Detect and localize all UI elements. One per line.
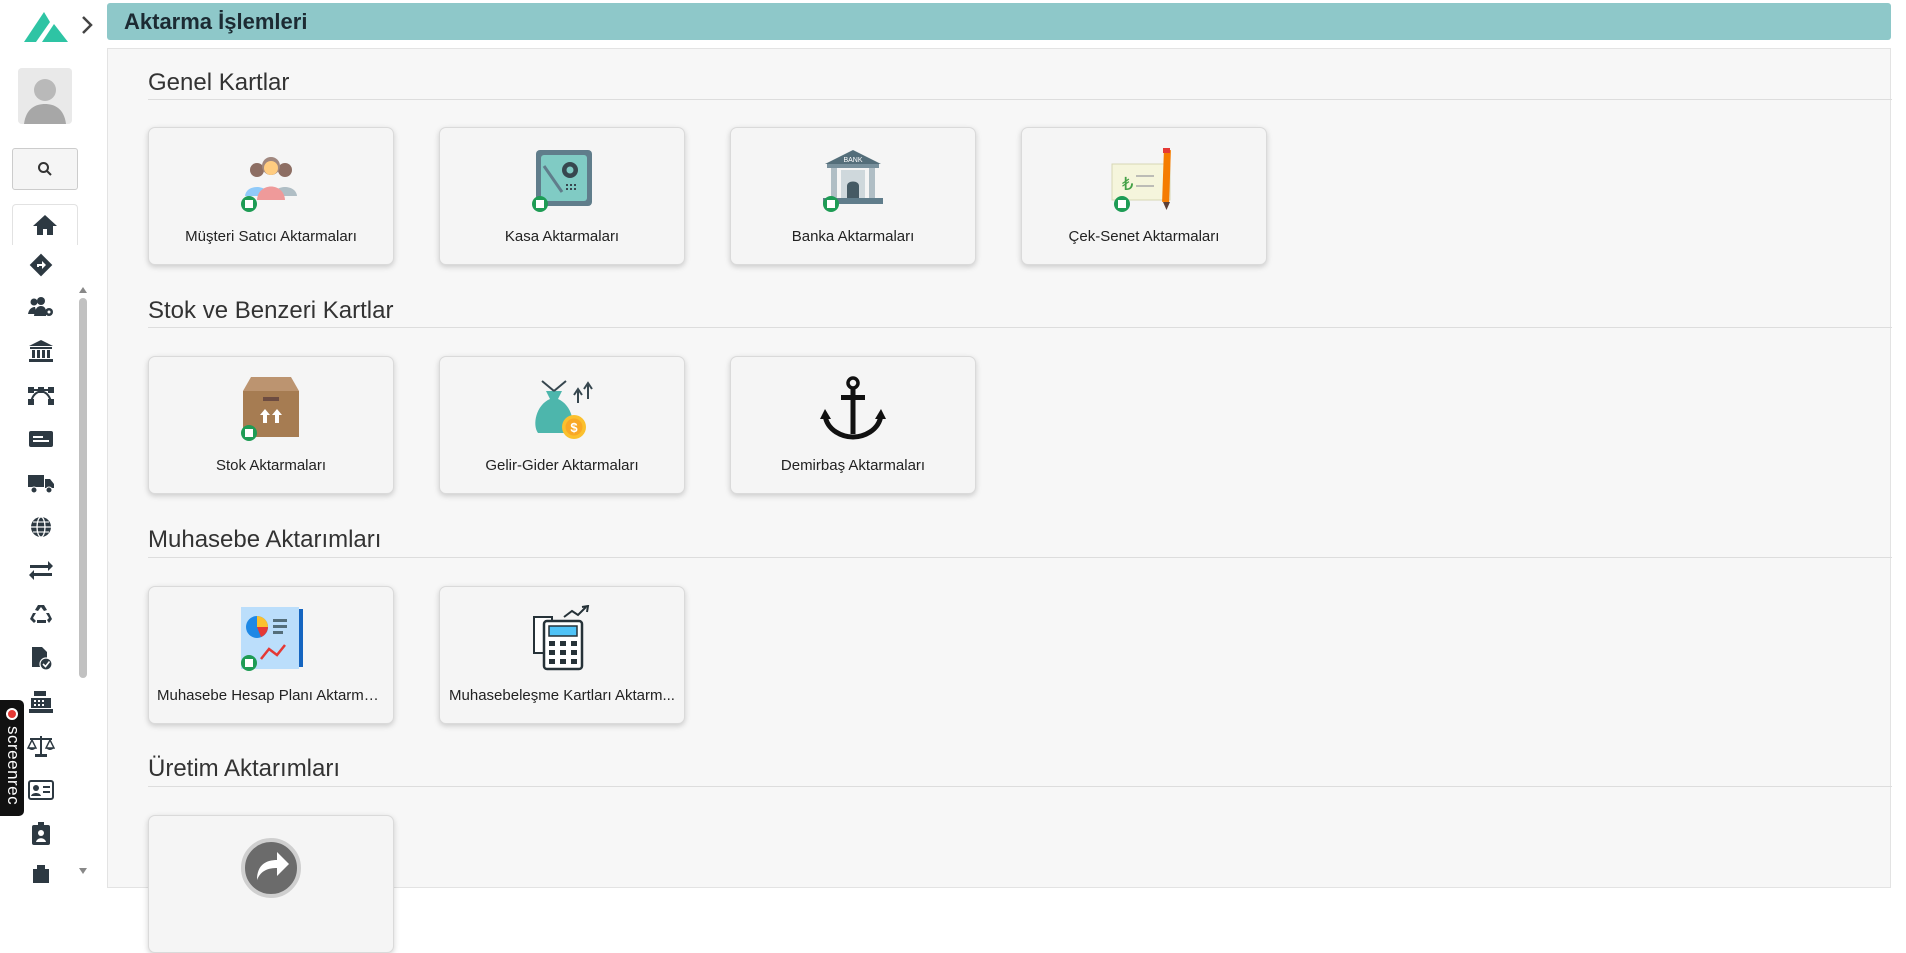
- section-title-muhasebe: Muhasebe Aktarımları: [148, 526, 382, 553]
- document-icon: [33, 865, 49, 883]
- search-button[interactable]: [12, 148, 78, 190]
- card-icon: [29, 431, 53, 447]
- recycle-icon: [30, 605, 52, 623]
- truck-icon: [28, 475, 54, 494]
- card-label: Muhasebeleşme Kartları Aktarm...: [449, 687, 675, 704]
- redo-circle-icon: [241, 838, 301, 898]
- card-stok[interactable]: Stok Aktarmaları: [148, 356, 394, 494]
- section-title-genel-kartlar: Genel Kartlar: [148, 69, 290, 96]
- screenrec-badge[interactable]: screenrec: [0, 700, 24, 816]
- card-label: Gelir-Gider Aktarmaları: [485, 457, 639, 474]
- page-header: Aktarma İşlemleri: [107, 3, 1891, 40]
- card-label: Çek-Senet Aktarmaları: [1068, 228, 1220, 245]
- safe-icon: [532, 150, 592, 212]
- card-label: Banka Aktarmaları: [791, 228, 915, 245]
- home-icon: [33, 215, 57, 235]
- cash-register-icon: [29, 691, 53, 713]
- sidebar-item-home[interactable]: [12, 204, 78, 245]
- people-icon: [241, 157, 297, 212]
- transfer-arrows-icon: [29, 561, 53, 580]
- card-label: Muhasebe Hesap Planı Aktarmal...: [157, 687, 388, 704]
- sidebar-item-id-card[interactable]: [26, 775, 56, 805]
- sidebar-item-users[interactable]: [26, 292, 56, 322]
- chevron-right-icon[interactable]: [78, 14, 96, 36]
- globe-icon: [31, 516, 51, 538]
- id-card-icon: [28, 780, 54, 800]
- record-icon: [6, 708, 18, 720]
- sidebar-item-transfer[interactable]: [26, 555, 56, 585]
- vector-nodes-icon: [28, 387, 54, 405]
- calculator-icon: [533, 605, 590, 671]
- sidebar-item-file-check[interactable]: [26, 643, 56, 673]
- card-banka[interactable]: BANK Banka Aktarmaları: [730, 127, 976, 265]
- card-cek-senet[interactable]: ₺ Çek-Senet Aktarmaları: [1021, 127, 1267, 265]
- sidebar-item-directions[interactable]: [26, 250, 56, 280]
- card-label: Stok Aktarmaları: [215, 457, 327, 474]
- card-label: Müşteri Satıcı Aktarmaları: [185, 228, 357, 245]
- sidebar-item-bank[interactable]: [26, 336, 56, 366]
- main-content: Genel Kartlar Müşteri Satıcı Aktarmaları…: [107, 48, 1892, 953]
- bank-sign-text: BANK: [843, 157, 862, 164]
- card-demirbas[interactable]: Demirbaş Aktarmaları: [730, 356, 976, 494]
- avatar[interactable]: [18, 68, 72, 124]
- report-chart-icon: [241, 607, 303, 671]
- anchor-icon: [820, 376, 886, 440]
- section-divider: [148, 786, 1892, 787]
- lira-symbol-text: ₺: [1122, 174, 1133, 194]
- user-avatar-icon: [18, 68, 72, 124]
- card-kasa[interactable]: Kasa Aktarmaları: [439, 127, 685, 265]
- directions-icon: [29, 253, 53, 277]
- screenrec-label: screenrec: [4, 726, 23, 806]
- page-title: Aktarma İşlemleri: [124, 9, 308, 34]
- section-divider: [148, 99, 1892, 100]
- id-badge-icon: [32, 822, 50, 845]
- cheque-icon: ₺: [1111, 148, 1171, 212]
- sidebar-item-truck[interactable]: [26, 468, 56, 498]
- app-logo[interactable]: [20, 6, 72, 46]
- sidebar-scrollbar-thumb[interactable]: [79, 298, 87, 678]
- scale-icon: [27, 736, 55, 757]
- sidebar-item-vector[interactable]: [26, 380, 56, 410]
- section-title-uretim: Üretim Aktarımları: [148, 755, 341, 782]
- sidebar-item-card[interactable]: [26, 424, 56, 454]
- card-muhasebelesme-kartlari[interactable]: Muhasebeleşme Kartları Aktarm...: [439, 586, 685, 724]
- card-label: Kasa Aktarmaları: [504, 228, 620, 245]
- sidebar-item-globe[interactable]: [26, 512, 56, 542]
- card-label: Demirbaş Aktarmaları: [780, 457, 926, 474]
- section-divider: [148, 557, 1892, 558]
- money-bag-icon: $: [535, 380, 593, 439]
- dollar-symbol-text: $: [570, 420, 578, 435]
- users-cog-icon: [28, 297, 53, 316]
- sidebar-item-more[interactable]: [26, 858, 56, 888]
- card-musteri-satici[interactable]: Müşteri Satıcı Aktarmaları: [148, 127, 394, 265]
- scroll-up-arrow[interactable]: [79, 287, 87, 293]
- bank-icon: [29, 340, 53, 362]
- section-divider: [148, 327, 1892, 328]
- section-title-stok: Stok ve Benzeri Kartlar: [148, 297, 394, 324]
- file-check-icon: [32, 647, 53, 671]
- sidebar-item-cash-register[interactable]: [26, 687, 56, 717]
- scroll-down-arrow[interactable]: [79, 868, 87, 874]
- card-uretim[interactable]: [148, 815, 394, 953]
- sidebar-item-recycle[interactable]: [26, 599, 56, 629]
- search-icon: [38, 162, 52, 176]
- sidebar-item-badge[interactable]: [26, 819, 56, 849]
- card-gelir-gider[interactable]: $ Gelir-Gider Aktarmaları: [439, 356, 685, 494]
- sidebar-item-scale[interactable]: [26, 731, 56, 761]
- bank-building-icon: BANK: [823, 150, 883, 212]
- card-muhasebe-hesap-plani[interactable]: Muhasebe Hesap Planı Aktarmal...: [148, 586, 394, 724]
- box-icon: [241, 377, 299, 441]
